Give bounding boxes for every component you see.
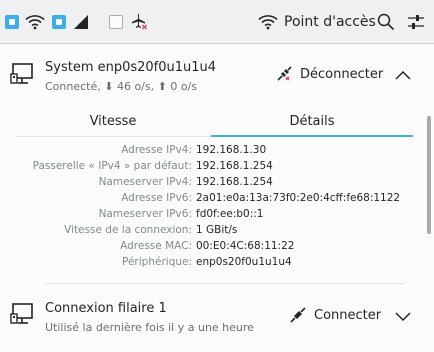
wifi-toggle-checkbox[interactable] — [51, 9, 67, 35]
list-separator — [45, 283, 405, 284]
connection-name: System enp0s20f0u1u1u4 — [45, 60, 217, 75]
detail-value: 2a01:e0a:13a:73f0:2e0:4cff:fe68:1122 — [196, 192, 401, 204]
tab-label: Détails — [289, 114, 335, 129]
connection-item-filaire[interactable]: Connexion filaire 1 Utilisé la dernière … — [0, 294, 424, 352]
wired-network-icon — [10, 302, 34, 326]
hotspot-button[interactable]: Point d'accès — [258, 9, 378, 35]
connection-name: Connexion filaire 1 — [45, 301, 167, 316]
expand-button[interactable] — [395, 308, 411, 324]
detail-value: 192.168.1.30 — [196, 144, 267, 156]
connection-status: Utilisé la dernière fois il y a une heur… — [45, 321, 254, 334]
checkbox-unchecked-icon — [109, 15, 123, 29]
detail-row: Périphérique: enp0s20f0u1u1u4 — [0, 256, 424, 272]
wifi-hotspot-icon — [258, 15, 278, 30]
detail-label: Nameserver IPv6: — [98, 208, 192, 220]
detail-label: Vitesse de la connexion: — [64, 224, 192, 236]
detail-value: 192.168.1.254 — [196, 176, 273, 188]
collapse-button[interactable] — [395, 67, 411, 83]
connection-item-system[interactable]: System enp0s20f0u1u1u4 Connecté, ⬇ 46 o/… — [0, 44, 424, 284]
disconnect-icon — [277, 66, 292, 81]
configure-button[interactable] — [406, 9, 426, 35]
detail-value: enp0s20f0u1u1u4 — [196, 256, 292, 268]
disconnect-label: Déconnecter — [300, 66, 384, 82]
detail-row: Nameserver IPv4: 192.168.1.254 — [0, 176, 424, 192]
detail-row: Adresse IPv6: 2a01:e0a:13a:73f0:2e0:4cff… — [0, 192, 424, 208]
detail-value: 1 GBit/s — [196, 224, 238, 236]
detail-row: Adresse MAC: 00:E0:4C:68:11:22 — [0, 240, 424, 256]
detail-row: Passerelle « IPv4 » par défaut: 192.168.… — [0, 160, 424, 176]
connect-icon — [290, 307, 306, 323]
connect-label: Connecter — [314, 307, 382, 323]
detail-value: fd0f:ee:b0::1 — [196, 208, 264, 220]
detail-row: Adresse IPv4: 192.168.1.30 — [0, 144, 424, 160]
hotspot-label: Point d'accès — [284, 14, 376, 30]
disconnect-button[interactable]: Déconnecter — [276, 66, 383, 82]
connection-status: Connecté, ⬇ 46 o/s, ⬆ 0 o/s — [45, 80, 197, 93]
connection-list[interactable]: System enp0s20f0u1u1u4 Connecté, ⬇ 46 o/… — [0, 44, 424, 352]
search-icon — [377, 13, 395, 31]
tab-label: Vitesse — [89, 114, 137, 129]
airplane-mode-icon — [128, 9, 150, 35]
details-tabbar: Vitesse Détails — [15, 112, 413, 138]
detail-label: Passerelle « IPv4 » par défaut: — [32, 160, 192, 172]
scrollbar[interactable] — [424, 44, 434, 352]
mobile-signal-icon — [72, 9, 90, 35]
airplane-toggle-checkbox[interactable] — [108, 9, 124, 35]
checkbox-checked-icon — [52, 15, 66, 29]
search-button[interactable] — [376, 9, 396, 35]
chevron-up-icon — [395, 70, 411, 80]
detail-label: Adresse IPv6: — [121, 192, 192, 204]
wifi-icon — [24, 9, 46, 35]
detail-value: 00:E0:4C:68:11:22 — [196, 240, 295, 252]
wired-network-icon — [10, 62, 34, 86]
connect-button[interactable]: Connecter — [290, 307, 381, 323]
scrollbar-thumb[interactable] — [427, 116, 431, 234]
chevron-down-icon — [395, 312, 411, 322]
detail-row: Nameserver IPv6: fd0f:ee:b0::1 — [0, 208, 424, 224]
detail-label: Adresse IPv4: — [121, 144, 192, 156]
detail-label: Nameserver IPv4: — [98, 176, 192, 188]
sliders-icon — [408, 15, 424, 29]
tab-selection-indicator — [211, 135, 413, 137]
detail-label: Adresse MAC: — [120, 240, 192, 252]
detail-row: Vitesse de la connexion: 1 GBit/s — [0, 224, 424, 240]
toolbar: Point d'accès — [0, 0, 434, 44]
checkbox-checked-icon — [5, 15, 19, 29]
detail-value: 192.168.1.254 — [196, 160, 273, 172]
tab-vitesse[interactable]: Vitesse — [15, 112, 211, 138]
wired-toggle-checkbox[interactable] — [4, 9, 20, 35]
detail-label: Périphérique: — [122, 256, 192, 268]
